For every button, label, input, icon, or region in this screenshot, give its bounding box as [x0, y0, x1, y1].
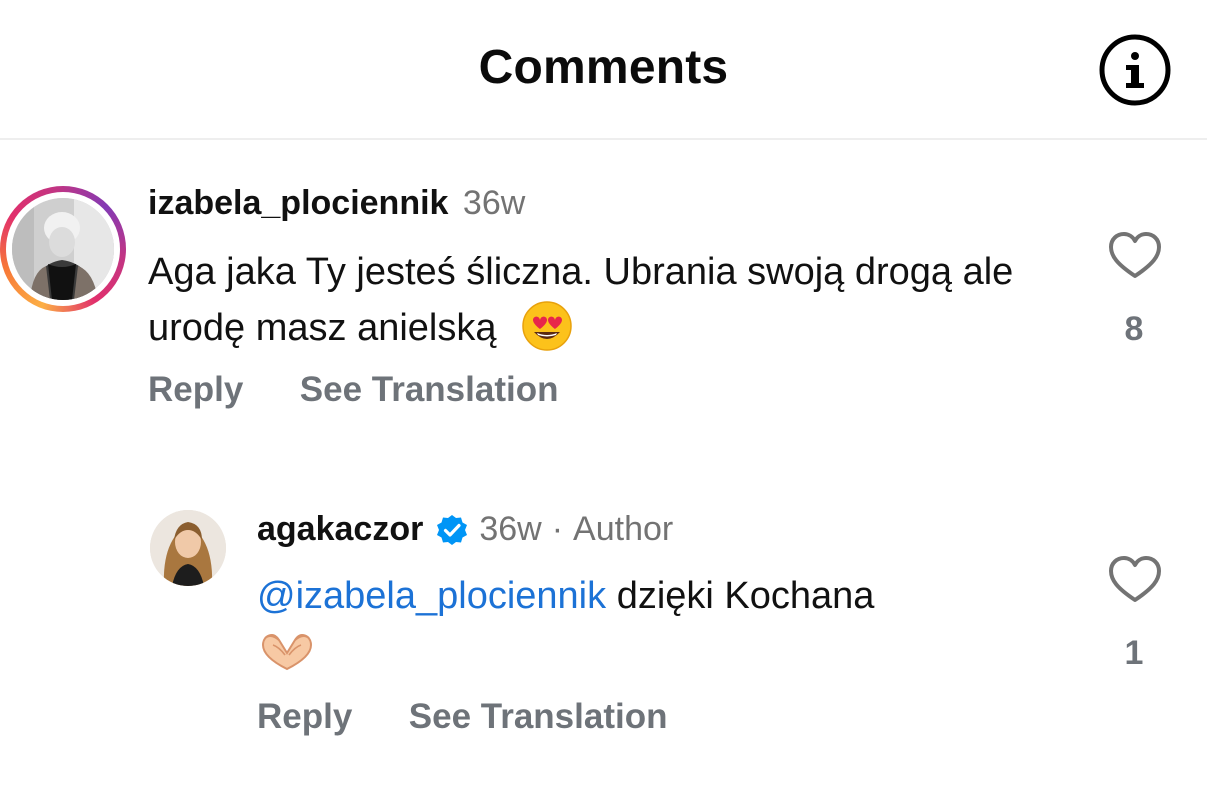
avatar-izabela[interactable] — [0, 186, 126, 312]
page-title: Comments — [478, 41, 729, 94]
comment-username[interactable]: izabela_plociennik — [148, 184, 448, 222]
heart-eyes-emoji — [522, 301, 572, 351]
heart-hands-emoji — [261, 633, 313, 671]
like-count: 8 — [1124, 310, 1144, 348]
comment-actions: Reply See Translation — [148, 370, 610, 410]
reply-body: dzięki Kochana — [616, 575, 875, 617]
comment-body: Aga jaka Ty jesteś śliczna. Ubrania swoj… — [148, 251, 1014, 349]
info-circle-icon[interactable] — [1097, 32, 1173, 108]
avatar-photo — [12, 198, 114, 300]
see-translation-button[interactable]: See Translation — [300, 370, 559, 409]
heart-outline-icon[interactable] — [1107, 552, 1163, 608]
reply-header: agakaczor 36w · Author — [257, 510, 673, 549]
reply-time: 36w — [479, 510, 542, 548]
reply-button[interactable]: Reply — [257, 697, 352, 736]
avatar-photo — [150, 510, 226, 586]
comment-header: izabela_plociennik 36w — [148, 184, 525, 223]
reply-text: @izabela_plociennik dzięki Kochana — [257, 568, 1057, 680]
header-divider — [0, 138, 1207, 140]
verified-badge-icon — [437, 514, 468, 545]
comments-header: Comments — [0, 0, 1207, 138]
comment-text: Aga jaka Ty jesteś śliczna. Ubrania swoj… — [148, 244, 1048, 356]
reply-button[interactable]: Reply — [148, 370, 243, 409]
meta-separator: · — [551, 510, 564, 548]
avatar-agakaczor[interactable] — [150, 510, 226, 586]
see-translation-button[interactable]: See Translation — [409, 697, 668, 736]
reply-actions: Reply See Translation — [257, 697, 719, 737]
comment-time: 36w — [462, 184, 526, 222]
like-count: 1 — [1124, 634, 1144, 672]
reply-username[interactable]: agakaczor — [257, 510, 423, 549]
heart-outline-icon[interactable] — [1107, 228, 1163, 284]
mention-link[interactable]: @izabela_plociennik — [257, 575, 606, 617]
author-label: Author — [573, 510, 674, 548]
